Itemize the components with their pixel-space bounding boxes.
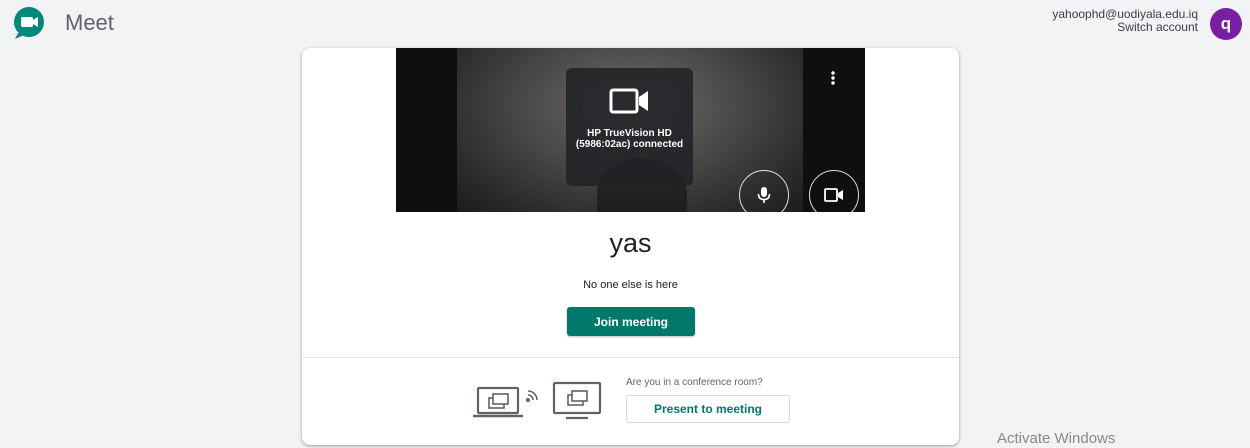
laptop-icon <box>473 386 523 418</box>
conference-room-illustration <box>473 381 602 420</box>
conference-room-question: Are you in a conference room? <box>626 377 763 388</box>
video-preview: HP TrueVision HD (5986:02ac) connected <box>396 48 865 212</box>
switch-account-link[interactable]: Switch account <box>1052 21 1198 34</box>
more-vert-icon <box>831 71 835 85</box>
meeting-card: HP TrueVision HD (5986:02ac) connected y… <box>302 48 959 445</box>
join-meeting-button[interactable]: Join meeting <box>567 307 695 336</box>
microphone-icon <box>757 187 771 203</box>
camera-icon <box>609 88 648 114</box>
microphone-toggle[interactable] <box>739 170 789 212</box>
device-name: HP TrueVision HD (5986:02ac) connected <box>575 128 684 150</box>
avatar[interactable]: q <box>1210 8 1242 40</box>
meet-logo-icon <box>14 7 44 39</box>
camera-toggle[interactable] <box>809 170 859 212</box>
section-divider <box>302 357 959 358</box>
device-overlay: HP TrueVision HD (5986:02ac) connected <box>566 68 859 212</box>
activate-windows-watermark: Activate Windows <box>997 430 1116 447</box>
more-options-button[interactable] <box>823 68 843 88</box>
monitor-icon <box>552 381 602 420</box>
present-to-meeting-button[interactable]: Present to meeting <box>626 395 790 423</box>
meeting-title: yas <box>609 228 652 258</box>
app-name: Meet <box>65 10 114 35</box>
video-camera-icon <box>824 188 843 202</box>
meet-logo[interactable]: Meet <box>12 6 114 40</box>
account-info: yahoophd@uodiyala.edu.iq Switch account <box>1052 8 1198 34</box>
participants-status: No one else is here <box>583 279 678 291</box>
cast-signal-icon <box>525 390 538 402</box>
